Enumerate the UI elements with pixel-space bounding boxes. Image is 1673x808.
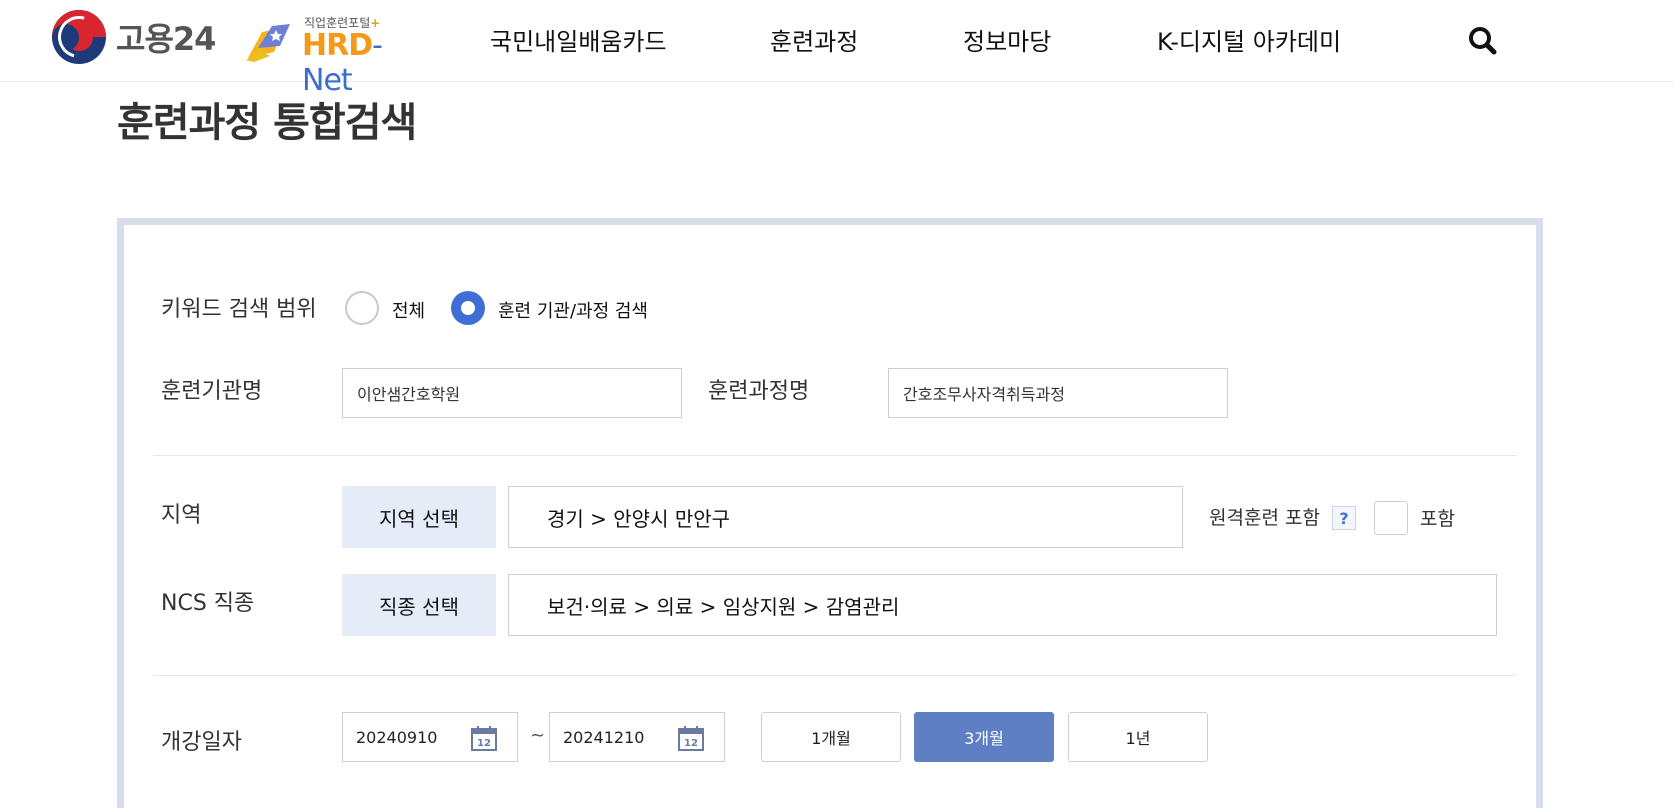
search-scope-label: 키워드 검색 범위 — [161, 297, 317, 322]
radio-institution-course[interactable] — [451, 291, 485, 325]
ncs-value: 보건·의료 > 의료 > 임상지원 > 감염관리 — [508, 574, 1497, 636]
hrd-net-logo[interactable]: 직업훈련포털+ HRD-Net — [244, 14, 424, 98]
svg-text:12: 12 — [684, 738, 698, 749]
logo-text: 고용24 — [116, 20, 216, 58]
date-separator: ~ — [530, 725, 546, 746]
period-3-month-button[interactable]: 3개월 — [914, 712, 1054, 762]
period-1-year-button[interactable]: 1년 — [1068, 712, 1208, 762]
region-select-button[interactable]: 지역 선택 — [342, 486, 496, 548]
end-date-input[interactable]: 20241210 12 — [549, 712, 725, 762]
search-panel: 키워드 검색 범위 전체 훈련 기관/과정 검색 훈련기관명 이안샘간호학원 훈… — [117, 218, 1543, 808]
end-date-value: 20241210 — [563, 727, 645, 747]
radio-all-label[interactable]: 전체 — [392, 297, 425, 323]
divider — [153, 675, 1516, 676]
search-icon[interactable] — [1466, 24, 1498, 56]
calendar-icon[interactable]: 12 — [678, 725, 704, 751]
remote-include-checkbox[interactable] — [1374, 501, 1408, 535]
svg-text:12: 12 — [477, 738, 491, 749]
include-label[interactable]: 포함 — [1420, 504, 1455, 531]
hrd-star-icon — [246, 24, 290, 62]
nav-training-course[interactable]: 훈련과정 — [770, 22, 858, 58]
course-label: 훈련과정명 — [708, 379, 810, 404]
start-date-input[interactable]: 20240910 12 — [342, 712, 518, 762]
ncs-select-button[interactable]: 직종 선택 — [342, 574, 496, 636]
radio-institution-course-label[interactable]: 훈련 기관/과정 검색 — [498, 297, 648, 323]
hrd-main-text: HRD — [302, 28, 373, 63]
help-icon[interactable]: ? — [1332, 506, 1356, 530]
nav-naeil-card[interactable]: 국민내일배움카드 — [490, 22, 667, 58]
institution-input[interactable]: 이안샘간호학원 — [342, 368, 682, 418]
divider — [153, 455, 1516, 456]
region-value: 경기 > 안양시 만안구 — [508, 486, 1183, 548]
page-title: 훈련과정 통합검색 — [117, 100, 417, 146]
start-date-label: 개강일자 — [161, 730, 242, 755]
remote-training-label: 원격훈련 포함 — [1209, 507, 1320, 529]
nav-info-madang[interactable]: 정보마당 — [963, 22, 1051, 58]
taegeuk-icon — [52, 10, 106, 64]
radio-all[interactable] — [345, 291, 379, 325]
institution-label: 훈련기관명 — [161, 379, 263, 404]
ncs-label: NCS 직종 — [161, 591, 255, 616]
course-input[interactable]: 간호조무사자격취득과정 — [888, 368, 1228, 418]
period-1-month-button[interactable]: 1개월 — [761, 712, 901, 762]
calendar-icon[interactable]: 12 — [471, 725, 497, 751]
goyong24-logo[interactable]: 고용24 — [52, 10, 216, 64]
start-date-value: 20240910 — [356, 727, 438, 747]
region-label: 지역 — [161, 503, 202, 528]
site-header: 고용24 직업훈련포털+ HRD-Net 국민내일배움카드 훈련과정 정보마당 … — [0, 0, 1673, 98]
nav-k-digital-academy[interactable]: K-디지털 아카데미 — [1157, 22, 1341, 58]
